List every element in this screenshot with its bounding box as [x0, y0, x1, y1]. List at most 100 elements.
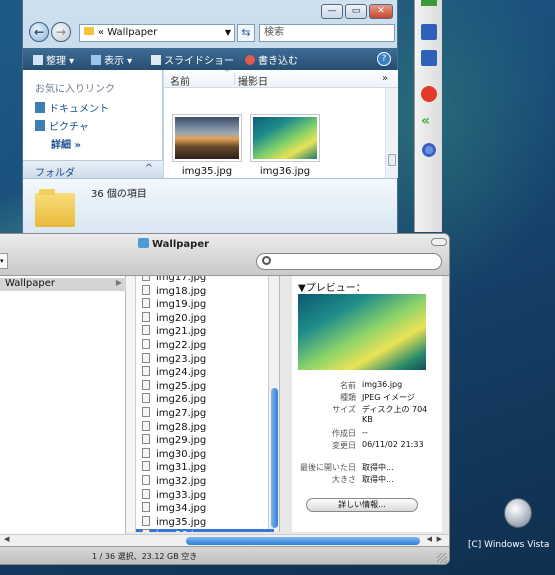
refresh-icon[interactable]: ⇆	[237, 24, 255, 42]
spotlight-search-input[interactable]	[256, 253, 442, 270]
sidebar-item-wallpaper[interactable]: Wallpaper ▶	[0, 278, 126, 291]
meta-key: 変更日	[332, 441, 356, 450]
organize-icon	[33, 55, 43, 65]
file-list-row[interactable]: img20.jpg	[142, 311, 270, 326]
column-name[interactable]: 名前	[170, 73, 190, 88]
item-count: 36 個の項目	[91, 189, 147, 200]
meta-value: --	[362, 428, 368, 437]
vertical-scrollbar[interactable]	[385, 88, 398, 178]
meta-value: 取得中...	[362, 475, 394, 484]
image-file-icon	[142, 488, 150, 499]
help-icon[interactable]: ?	[377, 52, 391, 66]
sidebar-column: Wallpaper ▶	[0, 276, 126, 536]
nav-link-documents[interactable]: ドキュメント	[35, 100, 109, 115]
pictures-icon	[35, 120, 45, 131]
resize-grip[interactable]	[437, 553, 447, 563]
view-button[interactable]: 表示 ▾	[91, 52, 132, 67]
toolbar-toggle-button[interactable]	[431, 238, 447, 246]
file-list-row[interactable]: img36.jpg	[136, 529, 274, 532]
file-list-row[interactable]: img18.jpg	[142, 284, 270, 299]
image-file-icon	[142, 284, 150, 295]
file-list-pane: 名前 ^ 撮影日 » img35.jpg img36.jpg	[164, 69, 398, 178]
nav-more-link[interactable]: 詳細 »	[51, 136, 81, 151]
image-file-icon	[142, 379, 150, 390]
file-list-row[interactable]: img35.jpg	[142, 515, 270, 530]
burn-button[interactable]: 書き込む	[245, 52, 298, 67]
chevron-up-icon[interactable]: ^	[145, 163, 153, 174]
save-icon[interactable]	[421, 24, 437, 40]
file-name[interactable]: img36.jpg	[250, 166, 320, 177]
file-list-row[interactable]: img29.jpg	[142, 434, 270, 448]
file-list-row[interactable]: img17.jpg	[142, 276, 270, 285]
file-name[interactable]: img35.jpg	[172, 166, 242, 177]
back-arrow-icon[interactable]: ←	[29, 22, 49, 42]
nav-link-pictures[interactable]: ピクチャ	[35, 118, 89, 133]
status-text: 1 / 36 選択、23.12 GB 空き	[92, 552, 198, 561]
close-button[interactable]: ✕	[369, 4, 393, 19]
file-thumbnail[interactable]	[172, 114, 242, 162]
documents-icon	[35, 102, 45, 113]
address-field[interactable]: « Wallpaper ▼	[79, 24, 235, 42]
image-file-icon	[142, 325, 150, 336]
columns-more-icon[interactable]: »	[382, 73, 388, 84]
organize-button[interactable]: 整理 ▾	[33, 52, 74, 67]
play-icon[interactable]	[421, 0, 437, 6]
scroll-thumb[interactable]	[388, 154, 396, 166]
column-header: 名前 ^ 撮影日 »	[164, 69, 398, 88]
image-file-icon	[142, 366, 150, 377]
action-menu-button[interactable]: ▾	[0, 253, 8, 269]
search-icon	[262, 256, 271, 265]
address-bar-row: ← → « Wallpaper ▼ ⇆ 検索	[27, 20, 395, 46]
file-list-row[interactable]: img24.jpg	[142, 366, 270, 380]
file-list-row[interactable]: img25.jpg	[142, 379, 270, 394]
scroll-thumb[interactable]	[186, 537, 420, 545]
folders-bar[interactable]: フォルダ ^	[23, 160, 163, 179]
record-icon[interactable]	[421, 86, 437, 102]
slideshow-icon	[151, 55, 161, 65]
file-list-row[interactable]: img27.jpg	[142, 407, 270, 421]
search-input[interactable]: 検索	[259, 24, 395, 42]
forward-arrow-icon[interactable]: →	[51, 22, 71, 42]
chevron-down-icon[interactable]: ▼	[225, 25, 231, 41]
scroll-left-icon[interactable]: ◀	[4, 535, 9, 543]
scroll-left-icon[interactable]: ◀	[427, 535, 432, 543]
image-file-icon	[142, 461, 150, 472]
gear-icon[interactable]	[421, 142, 437, 158]
file-list-row[interactable]: img26.jpg	[142, 393, 270, 407]
folder-icon	[35, 187, 79, 229]
file-list-row[interactable]: img32.jpg	[142, 475, 270, 489]
grid-icon[interactable]	[421, 50, 437, 66]
slideshow-button[interactable]: スライドショー	[151, 52, 234, 67]
file-list-row[interactable]: img34.jpg	[142, 502, 270, 516]
explorer-window: — ▭ ✕ ← → « Wallpaper ▼ ⇆ 検索 整理 ▾ 表示 ▾ ス…	[22, 0, 398, 238]
minimize-button[interactable]: —	[321, 4, 343, 19]
maximize-button[interactable]: ▭	[345, 4, 367, 19]
preview-label: ▼プレビュー：	[298, 283, 366, 294]
file-list-row[interactable]: img19.jpg	[142, 298, 270, 312]
meta-value: ディスク上の 704 KB	[362, 405, 428, 424]
file-list-row[interactable]: img21.jpg	[142, 325, 270, 339]
file-list-row[interactable]: img22.jpg	[142, 339, 270, 353]
desktop-icon-label[interactable]: [C] Windows Vista	[468, 540, 549, 550]
file-list-row[interactable]: img28.jpg	[142, 420, 270, 435]
file-list-row[interactable]: img31.jpg	[142, 461, 270, 475]
file-thumbnail[interactable]	[250, 114, 320, 162]
scroll-thumb[interactable]	[271, 388, 278, 528]
image-file-icon	[142, 434, 150, 445]
scroll-right-icon[interactable]: ▶	[437, 535, 442, 543]
meta-key: 作成日	[332, 429, 356, 438]
image-file-icon	[142, 298, 150, 309]
rewind-icon[interactable]: «	[421, 114, 437, 130]
more-info-button[interactable]: 詳しい情報...	[306, 498, 418, 512]
image-file-icon	[142, 393, 150, 404]
horizontal-scrollbar[interactable]: ◀ ◀ ▶	[0, 534, 449, 546]
image-file-icon	[142, 276, 150, 281]
column-date-taken[interactable]: 撮影日	[238, 73, 268, 88]
image-file-icon	[142, 529, 150, 532]
drive-icon[interactable]	[504, 498, 532, 528]
folder-icon	[84, 27, 94, 35]
file-list-row[interactable]: img23.jpg	[142, 352, 270, 367]
file-list-row[interactable]: img30.jpg	[142, 447, 270, 462]
file-list-row[interactable]: img33.jpg	[142, 488, 270, 503]
meta-key: 名前	[340, 381, 356, 390]
